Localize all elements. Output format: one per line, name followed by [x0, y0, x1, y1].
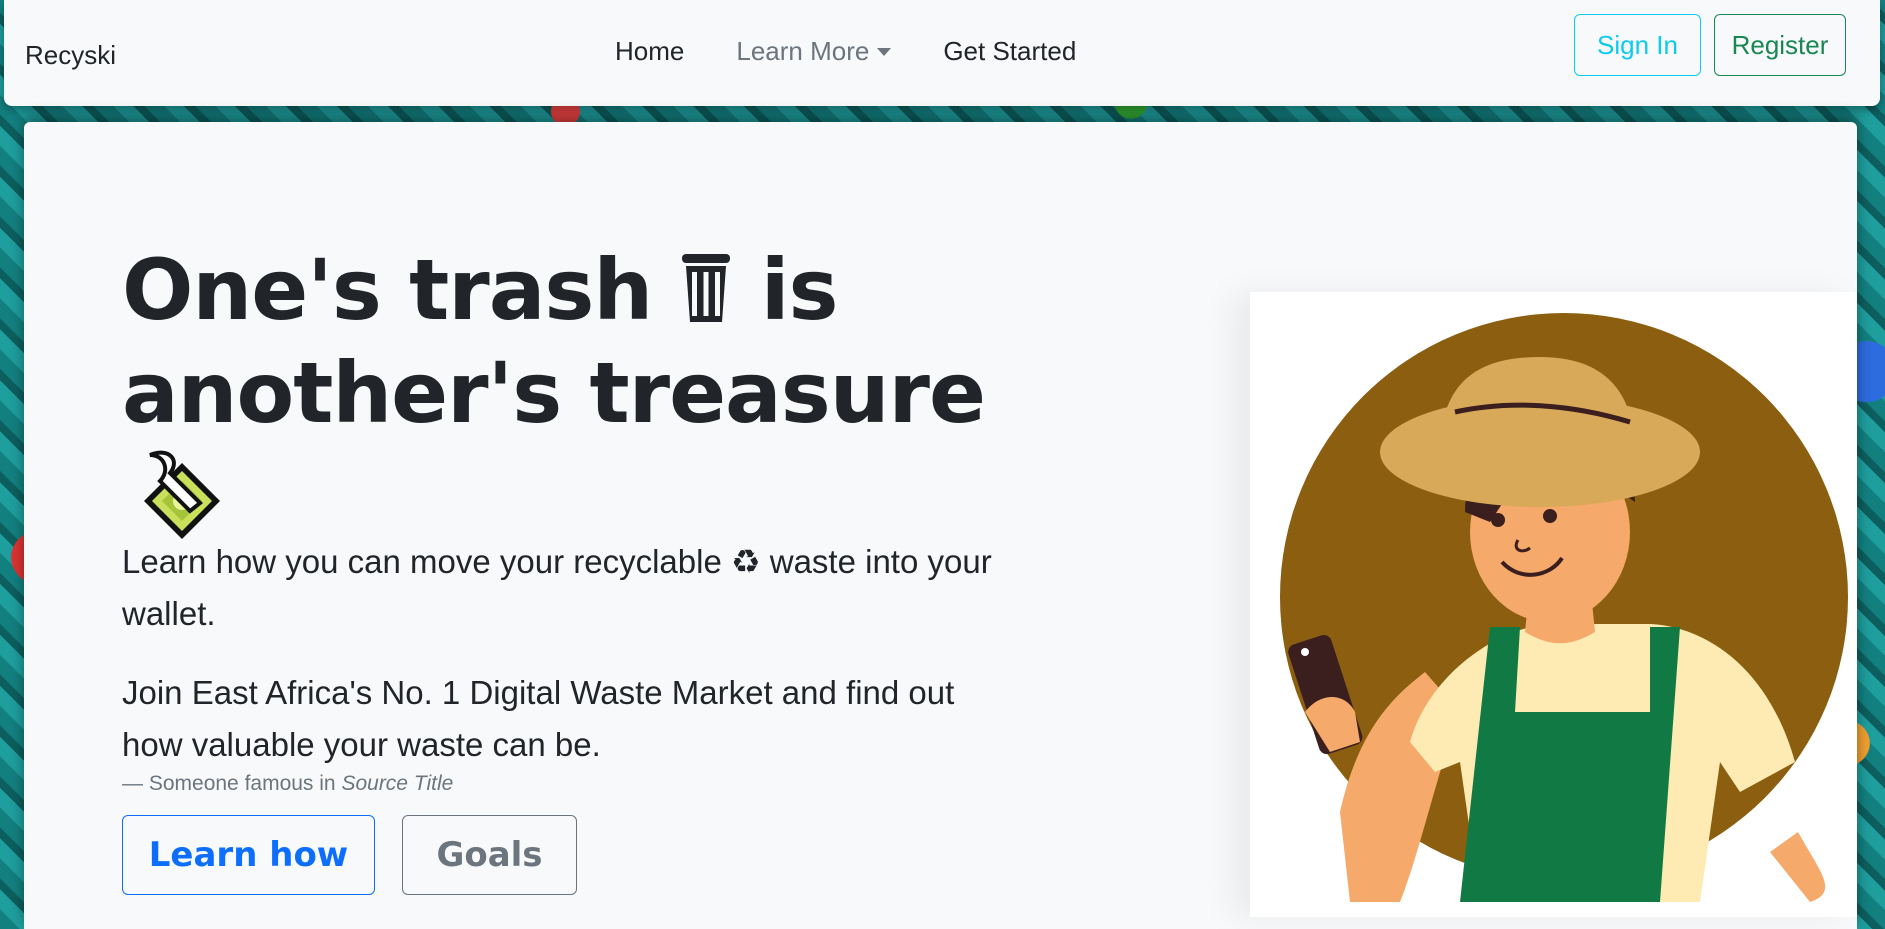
hero-card: One's trash is another's treasure Learn …: [24, 122, 1857, 929]
hero-lead-text: Learn how you can move your recyclable ♻…: [122, 543, 992, 632]
brand-logo-text[interactable]: Recyski: [25, 40, 116, 71]
nav-learn-more-label: Learn More: [736, 36, 870, 66]
quote-source: Source Title: [341, 772, 454, 795]
caret-down-icon: [877, 47, 892, 56]
nav-links: Home Learn More Get Started: [615, 36, 1128, 67]
nav-learn-more-dropdown[interactable]: Learn More: [736, 36, 892, 67]
hero-headline: One's trash is another's treasure: [122, 242, 1022, 570]
sign-in-button[interactable]: Sign In: [1574, 14, 1701, 76]
learn-how-button[interactable]: Learn how: [122, 815, 375, 895]
nav-home-link[interactable]: Home: [615, 36, 684, 67]
farmer-illustration: [1250, 292, 1857, 917]
navbar: Recyski Home Learn More Get Started Sign…: [4, 0, 1880, 106]
register-button[interactable]: Register: [1714, 14, 1846, 76]
quote-footer: — Someone famous in Source Title: [122, 772, 453, 796]
nav-get-started-link[interactable]: Get Started: [943, 36, 1076, 67]
headline-part-1: One's trash: [122, 241, 653, 339]
quote-author: — Someone famous in: [122, 772, 336, 795]
goals-button[interactable]: Goals: [402, 815, 577, 895]
wastebasket-icon: [680, 248, 732, 345]
hero-quote: Join East Africa's No. 1 Digital Waste M…: [122, 674, 955, 763]
